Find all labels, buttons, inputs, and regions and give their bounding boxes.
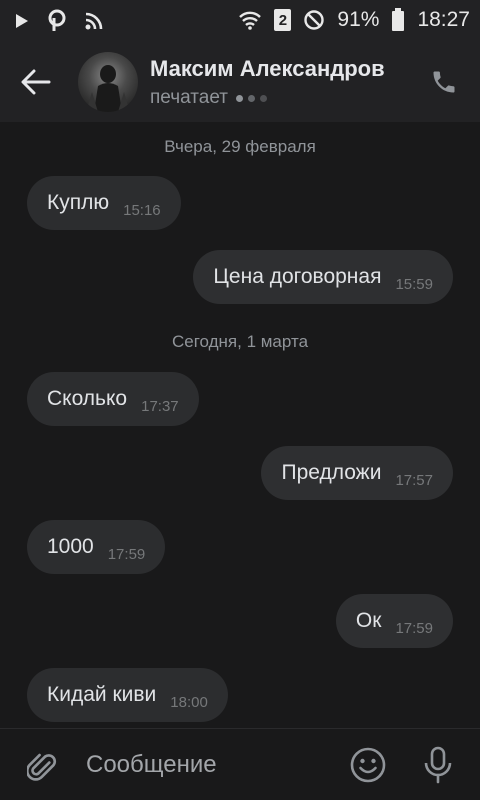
message-input[interactable] <box>86 747 336 783</box>
back-arrow-icon <box>21 69 51 95</box>
message-bubble-outgoing[interactable]: Цена договорная 15:59 <box>193 250 453 304</box>
status-bar: 2 91% 18:27 <box>0 0 480 42</box>
typing-indicator <box>235 94 267 102</box>
message-text: Цена договорная <box>213 265 382 288</box>
message-composer <box>0 728 480 800</box>
avatar[interactable] <box>78 52 138 112</box>
sim-icon: 2 <box>274 9 292 31</box>
do-not-disturb-icon <box>303 9 325 31</box>
chat-header: Максим Александров печатает <box>0 42 480 122</box>
paperclip-icon <box>27 753 57 781</box>
message-time: 17:57 <box>395 471 433 489</box>
wifi-icon <box>238 10 262 30</box>
message-time: 15:16 <box>123 201 161 219</box>
emoji-button[interactable] <box>348 745 388 785</box>
status-bar-system: 2 91% 18:27 <box>238 8 470 32</box>
date-separator: Вчера, 29 февраля <box>164 137 316 156</box>
play-icon <box>14 12 30 30</box>
message-bubble-outgoing[interactable]: Предложи 17:57 <box>261 446 453 500</box>
message-text: Куплю <box>47 191 110 214</box>
message-bubble-incoming[interactable]: 1000 17:59 <box>27 520 166 574</box>
message-time: 17:37 <box>141 397 179 415</box>
phone-icon <box>433 71 455 93</box>
message-time: 17:59 <box>395 619 433 637</box>
call-button[interactable] <box>428 66 460 98</box>
date-separator: Сегодня, 1 марта <box>171 332 309 351</box>
status-bar-notifications <box>14 9 104 33</box>
pinterest-icon <box>46 9 68 33</box>
typing-label: печатает <box>150 87 228 108</box>
message-text: Кидай киви <box>47 683 157 706</box>
cast-icon <box>84 11 104 31</box>
message-text: 1000 <box>47 535 94 558</box>
message-text: Ок <box>355 609 382 632</box>
message-time: 18:00 <box>170 693 208 711</box>
message-time: 15:59 <box>395 275 433 293</box>
contact-name[interactable]: Максим Александров <box>150 56 385 82</box>
battery-percent: 91% <box>337 8 380 31</box>
message-bubble-outgoing[interactable]: Ок 17:59 <box>335 594 453 648</box>
battery-icon <box>391 8 405 32</box>
message-bubble-incoming[interactable]: Кидай киви 18:00 <box>27 668 228 722</box>
contact-status: печатает <box>150 87 267 109</box>
message-time: 17:59 <box>107 545 146 563</box>
message-text: Предложи <box>281 461 382 484</box>
microphone-icon <box>424 746 452 784</box>
message-bubble-incoming[interactable]: Куплю 15:16 <box>27 176 181 230</box>
message-bubble-incoming[interactable]: Сколько 17:37 <box>27 372 199 426</box>
message-text: Сколько <box>47 387 128 410</box>
back-button[interactable] <box>16 64 56 100</box>
voice-message-button[interactable] <box>418 745 458 785</box>
clock: 18:27 <box>417 8 470 31</box>
emoji-icon <box>350 747 386 783</box>
attach-button[interactable] <box>22 745 62 785</box>
message-list[interactable]: Вчера, 29 февраля Куплю 15:16 Цена догов… <box>0 122 480 728</box>
